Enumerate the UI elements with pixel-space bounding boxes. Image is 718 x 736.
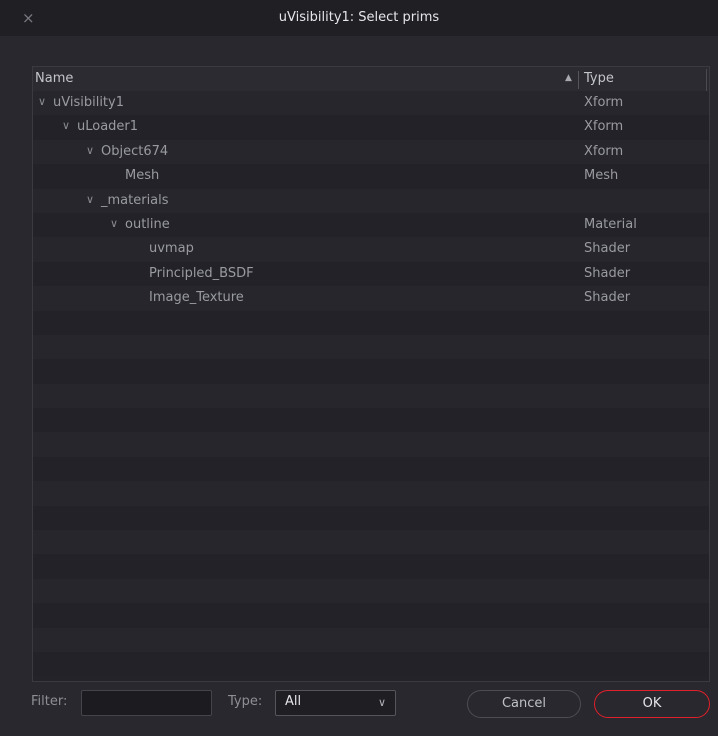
empty-row	[33, 432, 709, 457]
empty-row	[33, 578, 709, 604]
title-bar: × uVisibility1: Select prims	[0, 0, 718, 36]
empty-row	[33, 530, 709, 555]
tree-row-label: outline	[125, 216, 170, 232]
tree-row-label: Object674	[101, 143, 169, 159]
empty-row	[33, 456, 709, 482]
tree-row[interactable]: ∨ _materials	[33, 188, 709, 213]
ok-button[interactable]: OK	[594, 690, 710, 718]
type-label: Type:	[228, 694, 263, 709]
chevron-down-icon[interactable]: ∨	[59, 119, 73, 132]
column-divider[interactable]	[706, 69, 707, 91]
column-header-type[interactable]: Type	[584, 71, 614, 86]
tree-row-label: uVisibility1	[53, 95, 124, 110]
tree-row[interactable]: ∨ outline Material	[33, 212, 709, 238]
empty-row	[33, 505, 709, 531]
tree-row[interactable]: Principled_BSDF Shader	[33, 261, 709, 287]
empty-row	[33, 359, 709, 384]
filter-input[interactable]	[81, 690, 212, 716]
tree-row-label: Mesh	[125, 168, 160, 184]
column-divider[interactable]	[578, 71, 579, 89]
chevron-down-icon[interactable]: ∨	[35, 95, 49, 108]
chevron-down-icon[interactable]: ∨	[107, 217, 121, 230]
empty-row	[33, 481, 709, 506]
empty-row	[33, 383, 709, 409]
tree-header: Name ▲ Type	[33, 67, 709, 91]
empty-row	[33, 651, 709, 677]
tree-row-type: Xform	[584, 143, 624, 159]
tree-row-label: uLoader1	[77, 119, 139, 135]
tree-row[interactable]: ∨ uLoader1 Xform	[33, 115, 709, 140]
column-header-name[interactable]: Name	[35, 71, 73, 86]
prim-tree: Name ▲ Type ∨ uVisibility1 Xform ∨ uLoader1 X…	[32, 66, 710, 682]
tree-row-type: Shader	[584, 290, 631, 306]
dialog-footer: Filter: Type: All ∨ Cancel OK	[0, 690, 718, 720]
chevron-down-icon[interactable]: ∨	[83, 144, 97, 157]
tree-row[interactable]: uvmap Shader	[33, 237, 709, 262]
dialog-title: uVisibility1: Select prims	[278, 10, 440, 25]
empty-row	[33, 408, 709, 433]
empty-row	[33, 627, 709, 652]
empty-row	[33, 554, 709, 579]
chevron-down-icon: ∨	[377, 696, 386, 709]
tree-row[interactable]: ∨ Object674 Xform	[33, 139, 709, 165]
tree-row-type: Shader	[584, 241, 631, 257]
filter-label: Filter:	[31, 694, 68, 709]
tree-row-label: _materials	[101, 192, 169, 208]
sort-ascending-icon: ▲	[565, 73, 572, 83]
chevron-down-icon[interactable]: ∨	[83, 193, 97, 206]
tree-row-type: Material	[584, 216, 637, 232]
tree-row-type: Xform	[584, 119, 624, 135]
cancel-button[interactable]: Cancel	[467, 690, 581, 718]
empty-row	[33, 310, 709, 335]
type-select-value: All	[285, 694, 302, 709]
tree-row[interactable]: ∨ uVisibility1 Xform	[33, 91, 709, 116]
empty-row	[33, 603, 709, 628]
tree-row-label: Principled_BSDF	[149, 265, 254, 281]
tree-row[interactable]: Image_Texture Shader	[33, 286, 709, 311]
type-select[interactable]: All ∨	[275, 690, 396, 716]
tree-row[interactable]: Mesh Mesh	[33, 164, 709, 189]
tree-rows: ∨ uVisibility1 Xform ∨ uLoader1 Xform ∨ Object6…	[33, 91, 709, 681]
empty-row	[33, 334, 709, 360]
tree-row-label: uvmap	[149, 241, 194, 257]
tree-row-label: Image_Texture	[149, 290, 244, 306]
select-prims-dialog: × uVisibility1: Select prims Name ▲ Type…	[0, 0, 718, 736]
tree-row-type: Xform	[584, 95, 624, 110]
tree-row-type: Shader	[584, 265, 631, 281]
tree-row-type: Mesh	[584, 168, 619, 184]
